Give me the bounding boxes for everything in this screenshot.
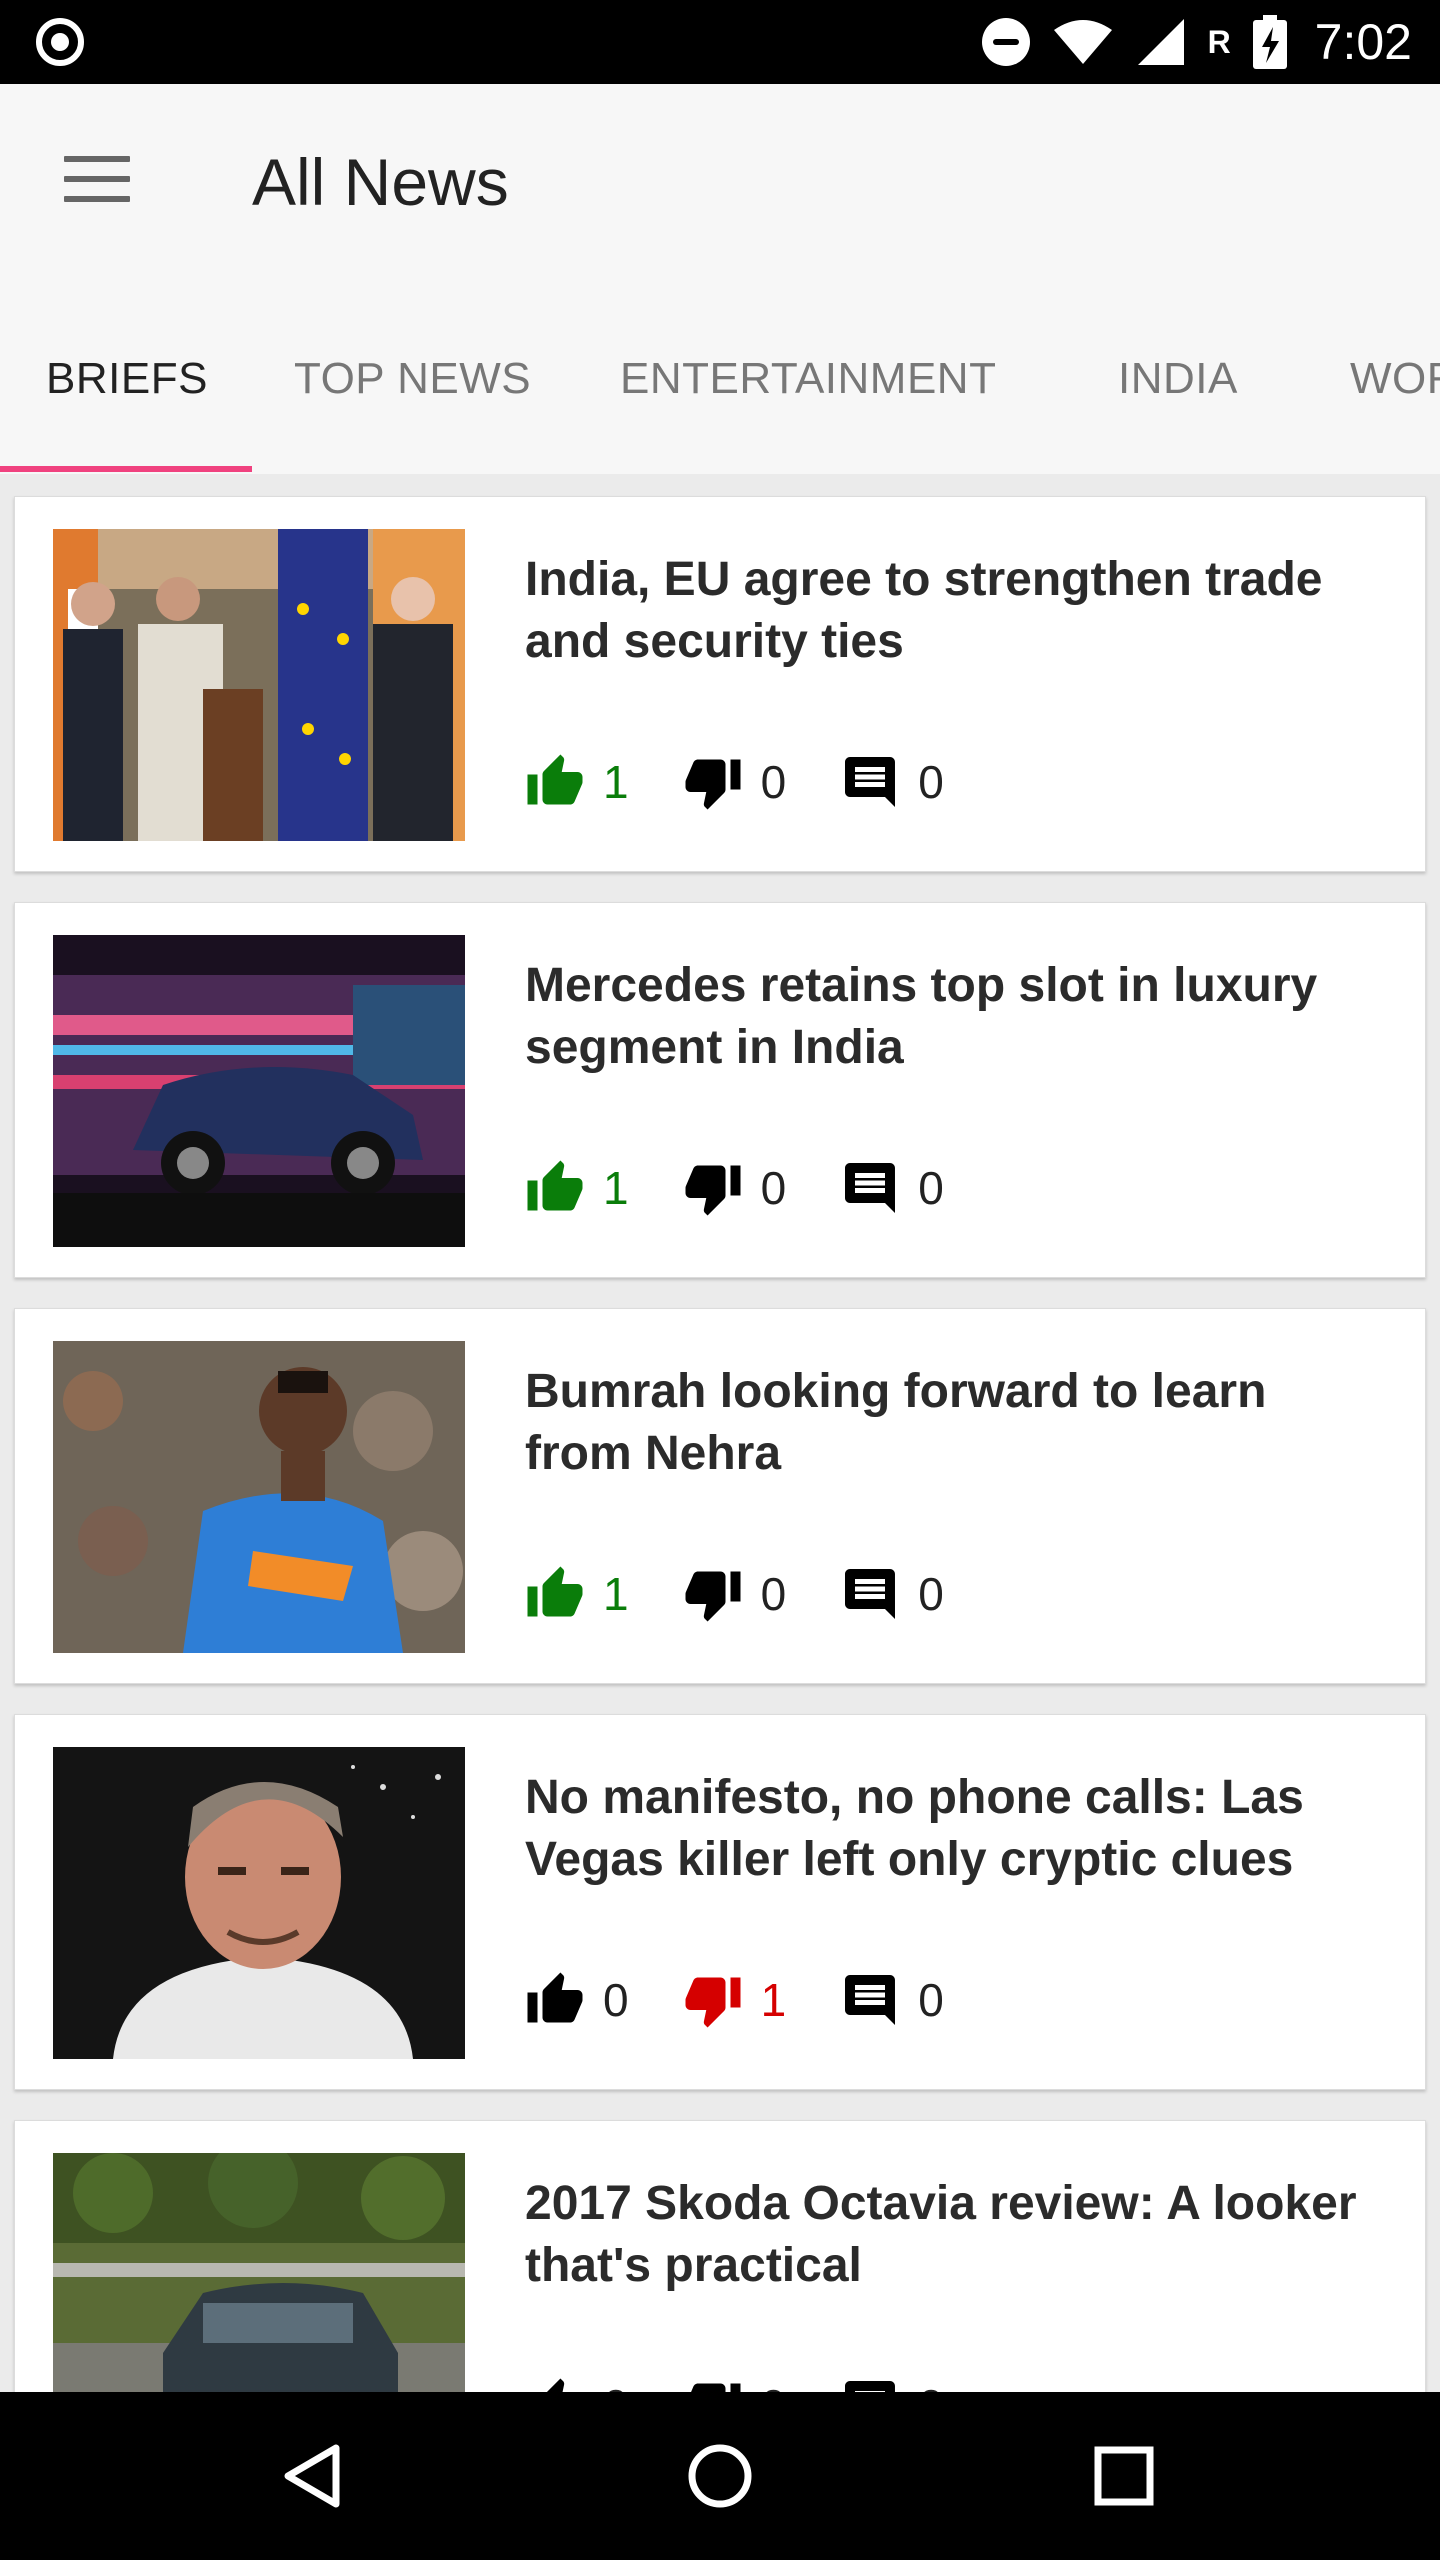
recent-apps-icon[interactable] bbox=[1084, 2436, 1164, 2516]
dislike-button[interactable]: 0 bbox=[683, 752, 787, 812]
news-card[interactable]: No manifesto, no phone calls: Las Vegas … bbox=[14, 1714, 1426, 2090]
thumbs-down-icon bbox=[685, 1977, 741, 2028]
news-card[interactable]: Mercedes retains top slot in luxury segm… bbox=[14, 902, 1426, 1278]
dislike-count: 0 bbox=[760, 1568, 787, 1620]
do-not-disturb-icon bbox=[981, 18, 1030, 66]
back-icon[interactable] bbox=[276, 2436, 356, 2516]
news-actions: 0 0 0 bbox=[525, 2371, 998, 2392]
thumbs-up-icon bbox=[546, 2378, 565, 2392]
news-headline[interactable]: Bumrah looking forward to learn from Neh… bbox=[525, 1361, 1385, 1485]
news-card[interactable]: India, EU agree to strengthen trade and … bbox=[14, 496, 1426, 872]
like-count: 1 bbox=[603, 756, 629, 808]
comment-count: 0 bbox=[918, 1568, 944, 1620]
thumbs-up-icon bbox=[527, 1566, 583, 1617]
thumbs-down-icon bbox=[685, 1571, 741, 1622]
thumbs-down-icon bbox=[685, 1165, 741, 1216]
like-count: 0 bbox=[603, 1974, 629, 2026]
dislike-count: 0 bbox=[760, 756, 787, 808]
dislike-count: 1 bbox=[760, 1974, 787, 2026]
comment-button[interactable]: 0 bbox=[840, 1564, 944, 1624]
news-thumbnail bbox=[53, 2153, 465, 2392]
comment-count: 0 bbox=[918, 756, 944, 808]
comment-icon bbox=[845, 1569, 896, 1619]
thumbs-down-icon bbox=[685, 759, 741, 810]
news-actions: 1 0 0 bbox=[525, 1153, 998, 1223]
roaming-indicator: R bbox=[1207, 23, 1231, 60]
news-card[interactable]: 2017 Skoda Octavia review: A looker that… bbox=[14, 2120, 1426, 2392]
comment-button[interactable]: 0 bbox=[840, 1970, 944, 2030]
news-headline[interactable]: 2017 Skoda Octavia review: A looker that… bbox=[525, 2173, 1385, 2297]
news-actions: 1 0 0 bbox=[525, 747, 998, 817]
app-bar: All News bbox=[0, 84, 1440, 284]
thumbs-up-icon bbox=[527, 1160, 583, 1211]
comment-count: 0 bbox=[918, 1974, 944, 2026]
tab-world[interactable]: WORLD bbox=[1350, 354, 1440, 404]
like-button[interactable]: 1 bbox=[525, 752, 629, 812]
comment-icon bbox=[845, 2381, 896, 2392]
comment-icon bbox=[845, 1163, 896, 1213]
comment-icon bbox=[845, 1975, 896, 2025]
dislike-button[interactable]: 0 bbox=[683, 1564, 787, 1624]
news-headline[interactable]: Mercedes retains top slot in luxury segm… bbox=[525, 955, 1385, 1079]
comment-button[interactable]: 0 bbox=[840, 1158, 944, 1218]
dislike-button[interactable]: 0 bbox=[683, 1158, 787, 1218]
comment-button[interactable]: 0 bbox=[840, 2376, 944, 2392]
comment-icon bbox=[845, 757, 896, 807]
comment-count: 0 bbox=[918, 2379, 944, 2392]
news-thumbnail bbox=[53, 1341, 465, 1653]
dislike-count: 0 bbox=[761, 2379, 787, 2392]
dislike-button[interactable]: 1 bbox=[683, 1970, 787, 2030]
comment-button[interactable]: 0 bbox=[840, 752, 944, 812]
tab-entertainment[interactable]: ENTERTAINMENT bbox=[620, 354, 996, 404]
news-actions: 1 0 0 bbox=[525, 1559, 998, 1629]
news-headline[interactable]: India, EU agree to strengthen trade and … bbox=[525, 549, 1385, 673]
screen-record-icon bbox=[36, 18, 84, 66]
page-title: All News bbox=[252, 145, 509, 219]
cellular-signal-icon bbox=[1137, 19, 1184, 65]
wifi-icon bbox=[1053, 20, 1112, 64]
navigation-bar bbox=[0, 2392, 1440, 2560]
like-button[interactable]: 1 bbox=[525, 1564, 629, 1624]
thumbs-down-icon bbox=[690, 2383, 741, 2392]
tab-top-news[interactable]: TOP NEWS bbox=[294, 354, 531, 404]
like-button[interactable]: 0 bbox=[525, 2376, 629, 2392]
news-thumbnail bbox=[53, 1747, 465, 2059]
dislike-count: 0 bbox=[760, 1162, 787, 1214]
like-count: 1 bbox=[603, 1162, 629, 1214]
comment-count: 0 bbox=[918, 1162, 944, 1214]
clock: 7:02 bbox=[1314, 14, 1412, 70]
home-icon[interactable] bbox=[680, 2436, 760, 2516]
news-actions: 0 1 0 bbox=[525, 1965, 998, 2035]
tab-indicator bbox=[0, 466, 252, 472]
news-headline[interactable]: No manifesto, no phone calls: Las Vegas … bbox=[525, 1767, 1385, 1891]
like-button[interactable]: 0 bbox=[525, 1970, 629, 2030]
tab-briefs[interactable]: BRIEFS bbox=[46, 354, 208, 404]
thumbs-up-icon bbox=[527, 1972, 583, 2023]
news-thumbnail bbox=[53, 935, 465, 1247]
category-tabs: BRIEFS TOP NEWS ENTERTAINMENT INDIA WORL… bbox=[0, 284, 1440, 474]
news-list[interactable]: India, EU agree to strengthen trade and … bbox=[0, 474, 1440, 2392]
like-count: 1 bbox=[603, 1568, 629, 1620]
tab-india[interactable]: INDIA bbox=[1118, 354, 1238, 404]
hamburger-menu-icon[interactable] bbox=[64, 156, 130, 206]
thumbs-up-icon bbox=[527, 754, 583, 805]
like-count: 0 bbox=[603, 2379, 629, 2392]
news-thumbnail bbox=[53, 529, 465, 841]
like-button[interactable]: 1 bbox=[525, 1158, 629, 1218]
status-bar: R 7:02 bbox=[0, 0, 1440, 84]
news-card[interactable]: Bumrah looking forward to learn from Neh… bbox=[14, 1308, 1426, 1684]
dislike-button[interactable]: 0 bbox=[683, 2376, 787, 2392]
battery-charging-icon bbox=[1252, 15, 1287, 69]
